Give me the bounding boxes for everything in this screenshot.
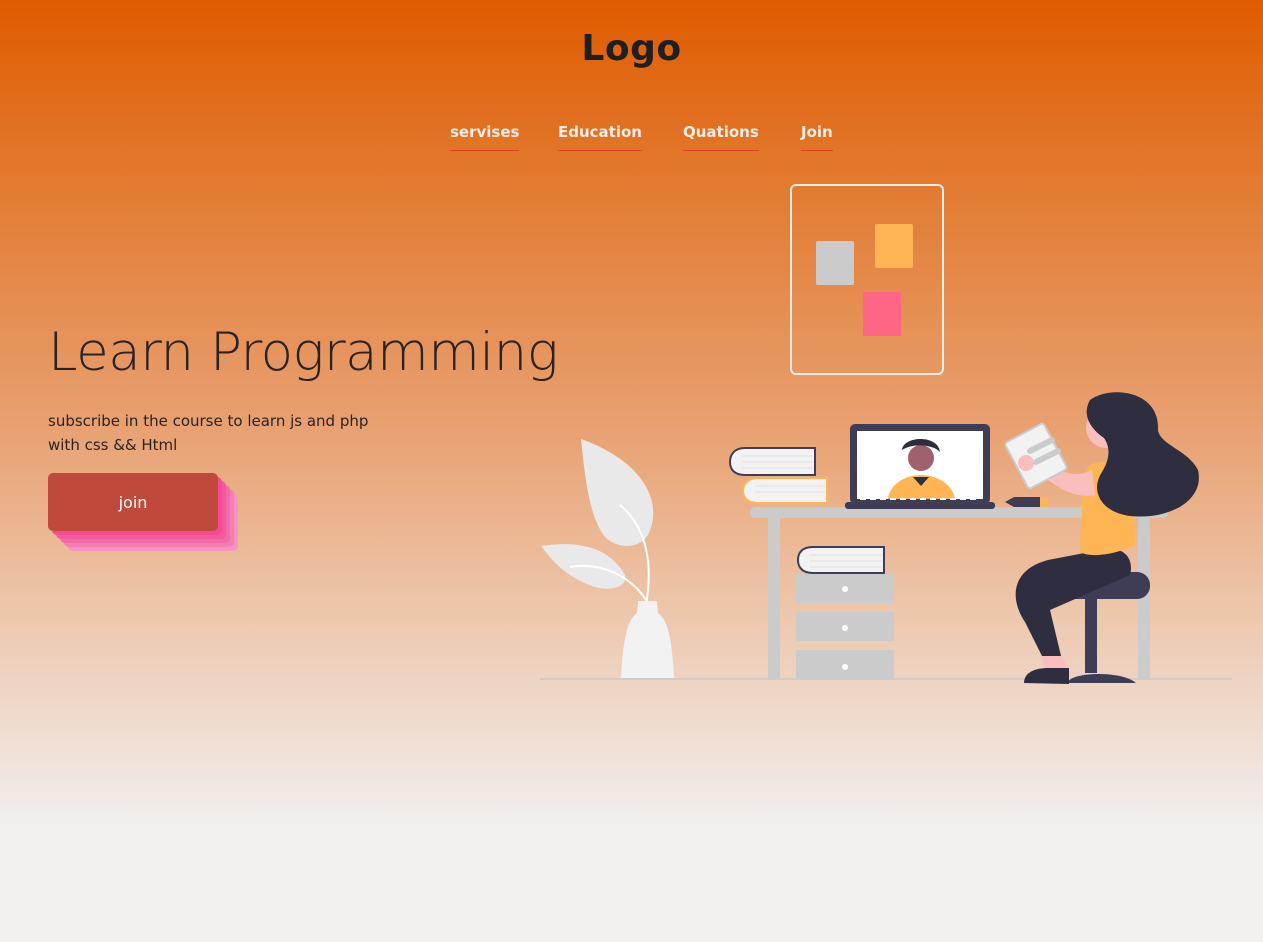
pen-icon	[1005, 497, 1048, 507]
nav-link-join[interactable]: Join	[801, 123, 833, 151]
laptop-icon	[845, 424, 995, 509]
hero-subtitle: subscribe in the course to learn js and …	[48, 412, 369, 454]
logo[interactable]: Logo	[0, 28, 1263, 69]
plant-icon	[541, 439, 674, 678]
woman-studying-at-desk-illustration	[540, 184, 1232, 684]
woman-figure	[1004, 392, 1199, 684]
nav-link-servises[interactable]: servises	[450, 123, 520, 151]
nav-link-quations[interactable]: Quations	[683, 123, 759, 151]
hero-title: Learn Programming	[48, 322, 559, 383]
wall-board	[790, 184, 944, 375]
nav-link-education[interactable]: Education	[558, 123, 642, 151]
main-nav: servises Education Quations Join	[0, 123, 1263, 157]
join-button[interactable]: join	[48, 473, 218, 531]
